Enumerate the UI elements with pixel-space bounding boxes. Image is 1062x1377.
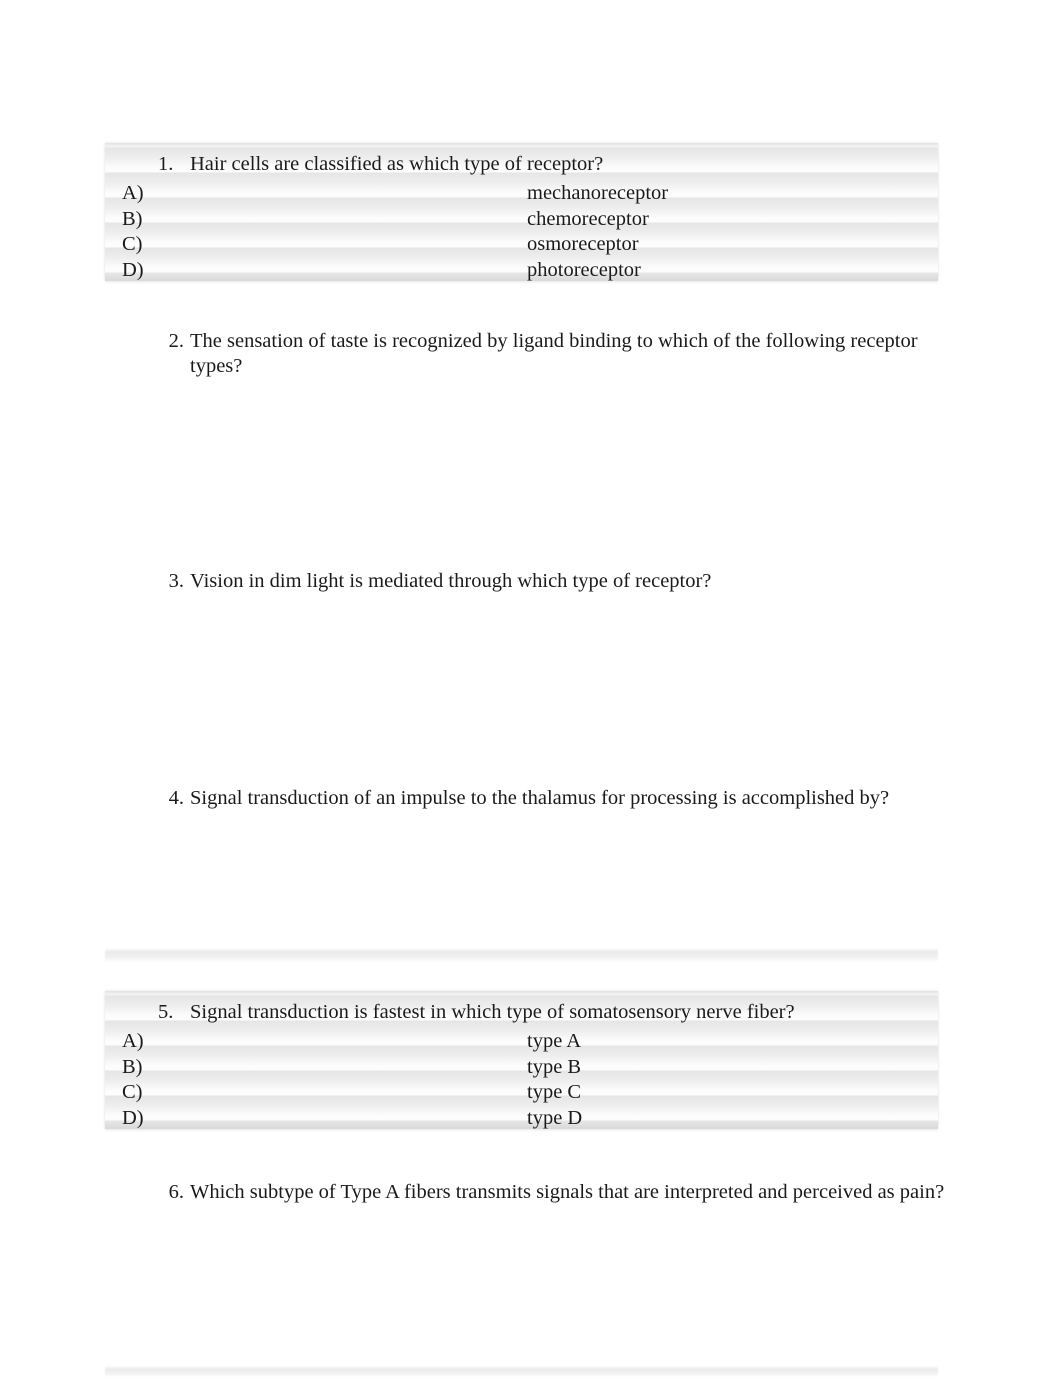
option-letter-5c: C) xyxy=(122,1081,143,1103)
question-stem-5: 5. Signal transduction is fastest in whi… xyxy=(105,991,938,1029)
bottom-separator-band xyxy=(105,1366,938,1377)
option-text-1b: chemoreceptor xyxy=(527,207,649,230)
question-block-4: 4. Signal transduction of an impulse to … xyxy=(158,786,948,811)
option-row-5a[interactable]: A) type A xyxy=(105,1029,938,1055)
option-row-1a[interactable]: A) mechanoreceptor xyxy=(105,181,938,207)
option-text-5c: type C xyxy=(527,1081,582,1103)
question-number-3: 3. xyxy=(168,570,184,592)
question-number-6: 6. xyxy=(168,1181,184,1203)
option-letter-1d: D) xyxy=(122,258,144,281)
question-stem-1: 1. Hair cells are classified as which ty… xyxy=(105,143,938,181)
question-block-6: 6. Which subtype of Type A fibers transm… xyxy=(158,1180,948,1205)
section-separator-band xyxy=(105,948,938,962)
option-letter-1b: B) xyxy=(122,207,143,230)
question-block-1: 1. Hair cells are classified as which ty… xyxy=(105,143,938,281)
document-page: 1. Hair cells are classified as which ty… xyxy=(0,0,1062,1377)
question-block-3: 3. Vision in dim light is mediated throu… xyxy=(158,569,948,594)
question-block-2: 2. The sensation of taste is recognized … xyxy=(158,329,948,379)
option-row-1d[interactable]: D) photoreceptor xyxy=(105,258,938,284)
option-letter-5b: B) xyxy=(122,1055,143,1078)
option-text-1c: osmoreceptor xyxy=(527,233,639,255)
question-number-1: 1. xyxy=(158,153,174,175)
question-number-5: 5. xyxy=(158,1001,174,1023)
option-text-5b: type B xyxy=(527,1055,582,1078)
question-block-5: 5. Signal transduction is fastest in whi… xyxy=(105,991,938,1129)
question-text-2: The sensation of taste is recognized by … xyxy=(190,330,918,377)
option-letter-5d: D) xyxy=(122,1106,144,1129)
question-text-5: Signal transduction is fastest in which … xyxy=(190,1001,795,1023)
option-row-5b[interactable]: B) type B xyxy=(105,1055,938,1081)
option-row-1b[interactable]: B) chemoreceptor xyxy=(105,207,938,233)
question-text-4: Signal transduction of an impulse to the… xyxy=(190,787,890,809)
option-row-1c[interactable]: C) osmoreceptor xyxy=(105,232,938,258)
option-text-1a: mechanoreceptor xyxy=(527,182,669,204)
option-text-5d: type D xyxy=(527,1106,583,1129)
question-text-1: Hair cells are classified as which type … xyxy=(190,153,604,175)
option-row-5c[interactable]: C) type C xyxy=(105,1080,938,1106)
option-text-5a: type A xyxy=(527,1030,582,1052)
question-number-2: 2. xyxy=(168,330,184,352)
option-row-5d[interactable]: D) type D xyxy=(105,1106,938,1132)
option-text-1d: photoreceptor xyxy=(527,258,641,281)
option-letter-1c: C) xyxy=(122,233,143,255)
question-text-3: Vision in dim light is mediated through … xyxy=(190,570,712,592)
question-number-4: 4. xyxy=(168,787,184,809)
option-letter-1a: A) xyxy=(122,182,144,204)
question-text-6: Which subtype of Type A fibers transmits… xyxy=(190,1181,945,1203)
option-letter-5a: A) xyxy=(122,1030,144,1052)
